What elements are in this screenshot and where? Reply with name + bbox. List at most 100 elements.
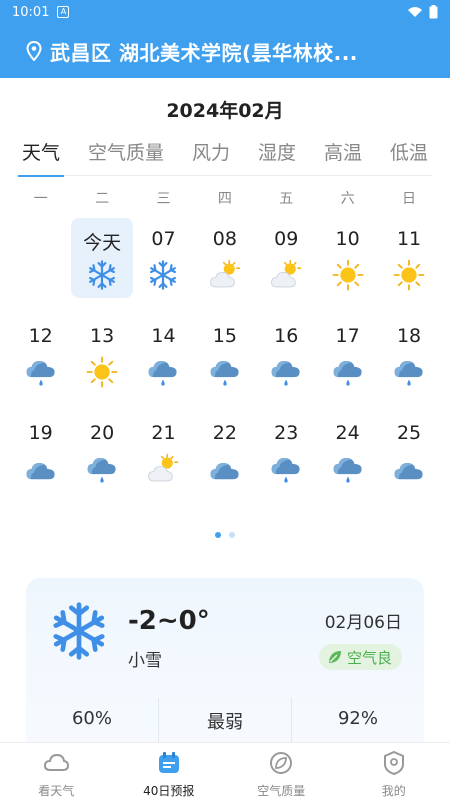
calendar-day[interactable]: 21 — [133, 412, 194, 492]
nav-label: 40日预报 — [143, 784, 195, 798]
day-label: 11 — [396, 228, 422, 250]
calendar-day[interactable]: 12 — [10, 315, 71, 395]
day-label: 18 — [396, 325, 422, 347]
calendar-day[interactable]: 16 — [256, 315, 317, 395]
partly-cloudy-icon — [271, 259, 302, 288]
snow-icon — [150, 260, 177, 290]
page-dot-active — [215, 532, 221, 538]
rain-icon — [271, 457, 300, 483]
calendar-week-row: 今天 07 08 09 10 11 — [10, 218, 440, 315]
rain-icon — [333, 457, 362, 483]
snow-icon — [89, 260, 116, 290]
day-label: 20 — [89, 422, 115, 444]
weekday-label: 日 — [402, 191, 417, 207]
tab-wind[interactable]: 风力 — [188, 136, 234, 176]
metric-tabs: 天气 空气质量 风力 湿度 高温 低温 — [18, 136, 432, 177]
cloud-icon — [394, 463, 423, 480]
day-label: 23 — [274, 422, 299, 444]
calendar-empty-cell — [10, 218, 71, 298]
calendar-day[interactable]: 22 — [194, 412, 255, 492]
nav-40-day-forecast[interactable]: 40日预报 — [113, 743, 226, 800]
sun-icon — [332, 259, 364, 291]
day-label: 09 — [274, 228, 299, 250]
nav-label: 我的 — [381, 784, 406, 798]
rain-icon — [271, 360, 300, 386]
calendar-day[interactable]: 15 — [194, 315, 255, 395]
calendar-day[interactable]: 24 — [317, 412, 378, 492]
calendar-day[interactable]: 10 — [317, 218, 378, 298]
location-header[interactable]: 武昌区 湖北美术学院(昙华林校... — [0, 24, 450, 78]
temperature-range: -2~0° — [128, 606, 210, 636]
stat-rain-chance: 92% — [337, 708, 378, 729]
battery-icon — [429, 5, 438, 19]
calendar-day[interactable]: 07 — [133, 218, 194, 298]
calendar-day[interactable]: 08 — [194, 218, 255, 298]
rain-icon — [26, 360, 55, 386]
day-label: 13 — [89, 325, 115, 347]
calendar-grid: 今天 07 08 09 10 11 12 13 14 15 16 17 18 19 20 21 22 23 24 25 — [10, 218, 440, 509]
calendar-day[interactable]: 18 — [378, 315, 439, 395]
partly-cloudy-icon — [148, 453, 179, 482]
notification-icon: A — [57, 6, 70, 18]
day-label: 10 — [335, 228, 360, 250]
calendar-day-today[interactable]: 今天 — [71, 218, 133, 298]
calendar-day[interactable]: 25 — [378, 412, 439, 492]
nav-label: 看天气 — [38, 784, 75, 798]
status-bar: 10:01 A — [0, 0, 450, 24]
calendar-week-row: 19 20 21 22 23 24 25 — [10, 412, 440, 509]
detail-stats: 60% 最弱 92% — [26, 698, 424, 742]
partly-cloudy-icon — [209, 259, 241, 288]
day-label: 14 — [151, 325, 176, 347]
weather-condition: 小雪 — [128, 651, 162, 671]
status-icons — [407, 5, 438, 19]
tab-air-quality[interactable]: 空气质量 — [84, 136, 168, 176]
rain-icon — [333, 360, 362, 386]
day-label: 07 — [151, 228, 176, 250]
rain-icon — [87, 457, 116, 483]
stat-humidity: 60% — [26, 698, 159, 742]
tab-weather[interactable]: 天气 — [18, 136, 65, 177]
location-title: 武昌区 湖北美术学院(昙华林校... — [50, 40, 358, 65]
tab-low-temp[interactable]: 低温 — [386, 136, 432, 176]
nav-profile[interactable]: 我的 — [338, 743, 450, 800]
calendar-day[interactable]: 20 — [71, 412, 132, 492]
weather-icon — [44, 753, 70, 771]
calendar-day[interactable]: 17 — [317, 315, 378, 395]
calendar-icon — [158, 752, 179, 773]
day-label: 24 — [335, 422, 360, 444]
calendar-day[interactable]: 14 — [133, 315, 194, 395]
cloud-icon — [26, 463, 55, 480]
leaf-icon — [328, 651, 341, 663]
calendar-day[interactable]: 11 — [378, 218, 439, 298]
bottom-navigation: 看天气 40日预报 空气质量 我的 — [0, 742, 450, 800]
calendar-day[interactable]: 19 — [10, 412, 71, 492]
air-quality-label: 空气良 — [346, 648, 392, 667]
day-label: 21 — [151, 422, 176, 444]
calendar-day[interactable]: 09 — [256, 218, 317, 298]
tab-high-temp[interactable]: 高温 — [320, 136, 366, 176]
tab-humidity[interactable]: 湿度 — [254, 136, 300, 176]
day-label: 22 — [212, 422, 237, 444]
snow-icon — [53, 602, 105, 660]
weekday-label: 六 — [340, 191, 355, 207]
weekday-label: 二 — [95, 191, 110, 207]
detail-date: 02月06日 — [324, 613, 402, 633]
calendar-day[interactable]: 23 — [256, 412, 317, 492]
rain-icon — [149, 360, 178, 386]
page-dot — [229, 532, 235, 538]
air-quality-badge: 空气良 — [318, 644, 402, 670]
day-label: 15 — [212, 325, 237, 347]
forecast-content: 2024年02月 天气 空气质量 风力 湿度 高温 低温 一 二 三 四 五 六… — [0, 78, 450, 742]
leaf-icon — [270, 752, 293, 774]
nav-weather[interactable]: 看天气 — [0, 743, 113, 800]
day-label: 16 — [274, 325, 299, 347]
day-label: 17 — [335, 325, 360, 347]
day-label: 25 — [396, 422, 422, 444]
calendar-week-row: 12 13 14 15 16 17 18 — [10, 315, 440, 412]
nav-air-quality[interactable]: 空气质量 — [225, 743, 338, 800]
calendar-day[interactable]: 13 — [71, 315, 132, 395]
rain-icon — [394, 360, 423, 386]
weekday-header: 一 二 三 四 五 六 日 — [10, 188, 440, 208]
weekday-label: 三 — [156, 191, 171, 207]
day-detail-card: -2~0° 小雪 02月06日 空气良 60% 最弱 92% — [26, 578, 424, 742]
